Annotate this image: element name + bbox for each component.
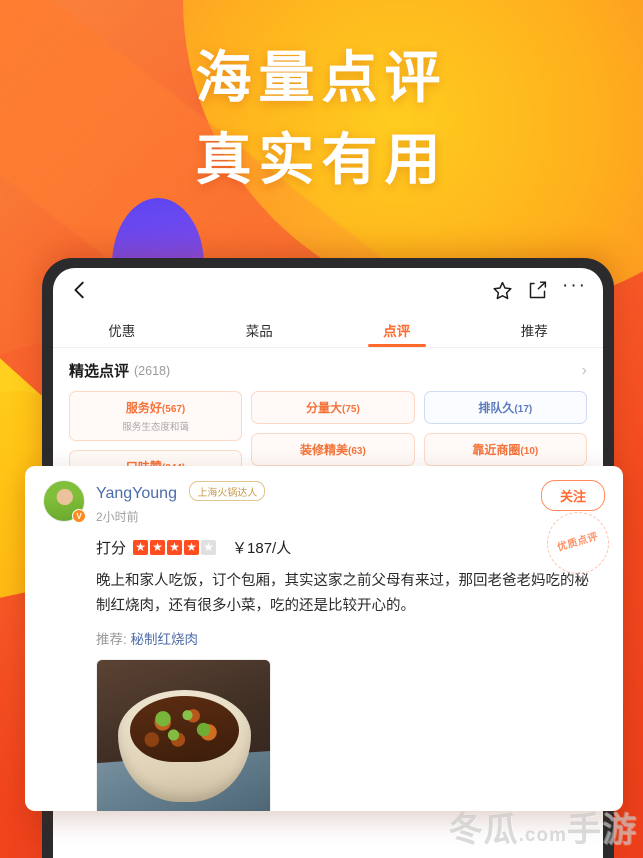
score-label: 打分	[96, 539, 127, 557]
tag-long-queue[interactable]: 排队久(17)	[423, 391, 588, 424]
avatar[interactable]: V	[43, 480, 86, 523]
tab-deals[interactable]: 优惠	[53, 312, 191, 347]
tag-label: 装修精美(63)	[300, 443, 366, 457]
tag-near-mall[interactable]: 靠近商圈(10)	[423, 433, 588, 466]
share-icon[interactable]	[527, 280, 548, 301]
section-title: 精选点评	[69, 363, 130, 380]
tab-recommend[interactable]: 推荐	[466, 312, 604, 347]
photo-garnish	[149, 707, 219, 744]
watermark-sub: 手游	[567, 811, 637, 849]
review-body-text: 晚上和家人吃饭，订个包厢，其实这家之前父母有来过，那回老爸老妈吃的秘制红烧肉，还…	[96, 572, 589, 614]
watermark-main: 冬瓜	[448, 811, 519, 849]
star-filled	[133, 539, 149, 555]
recommended-dish-row: 推荐: 秘制红烧肉	[96, 628, 605, 648]
review-photo[interactable]	[96, 658, 271, 811]
reviewer-name[interactable]: YangYoung	[96, 485, 177, 503]
navbar-actions: ···	[492, 276, 587, 301]
star-filled	[167, 539, 183, 555]
tag-label: 服务好(567)	[125, 401, 186, 415]
category-tabs: 优惠 菜品 点评 推荐	[53, 312, 603, 348]
review-score-row: 打分 ￥187/人	[96, 537, 605, 558]
verified-badge-icon: V	[72, 509, 86, 523]
promo-screenshot: 海量点评 真实有用 ··· 优惠 菜品 点评 推荐 精选点评 (2618) › …	[0, 0, 643, 858]
chevron-left-icon[interactable]	[69, 279, 91, 301]
tag-label: 靠近商圈(10)	[472, 443, 539, 457]
chevron-right-icon[interactable]: ›	[582, 362, 587, 380]
reviewer-meta: YangYoung 上海火锅达人 2小时前	[96, 480, 266, 525]
tag-large-portion[interactable]: 分量大(75)	[251, 391, 415, 424]
recommend-label: 推荐:	[96, 631, 127, 647]
reviewer-title-badge: 上海火锅达人	[189, 481, 266, 501]
star-outline-icon[interactable]	[492, 280, 513, 301]
tag-label: 分量大(75)	[306, 401, 360, 415]
more-dots-icon[interactable]: ···	[562, 276, 587, 299]
star-empty	[201, 539, 217, 555]
section-header-featured-reviews[interactable]: 精选点评 (2618) ›	[53, 348, 603, 389]
tag-nice-decor[interactable]: 装修精美(63)	[251, 433, 415, 466]
recommended-dish-link[interactable]: 秘制红烧肉	[131, 632, 199, 647]
tab-dishes[interactable]: 菜品	[191, 312, 329, 347]
tag-subtitle: 服务生态度和蔼	[122, 422, 189, 433]
tag-label: 排队久(17)	[478, 401, 533, 415]
app-navbar: ···	[53, 268, 603, 312]
site-watermark: 冬瓜.com手游	[448, 811, 637, 852]
review-card-header: V YangYoung 上海火锅达人 2小时前 关注	[43, 480, 605, 525]
tag-service-good[interactable]: 服务好(567) 服务生态度和蔼	[69, 391, 243, 441]
watermark-domain: .com	[518, 825, 567, 846]
section-count: (2618)	[134, 363, 171, 378]
rating-stars	[133, 539, 217, 555]
review-time: 2小时前	[96, 509, 139, 524]
star-filled	[150, 539, 166, 555]
follow-button[interactable]: 关注	[540, 480, 605, 511]
star-filled	[184, 539, 200, 555]
per-person-price: ￥187/人	[232, 539, 292, 557]
featured-review-card[interactable]: V YangYoung 上海火锅达人 2小时前 关注 优质点评 打分 ￥187/	[25, 466, 623, 811]
reviewer-name-row: YangYoung 上海火锅达人	[96, 481, 266, 504]
tab-reviews[interactable]: 点评	[328, 312, 466, 347]
